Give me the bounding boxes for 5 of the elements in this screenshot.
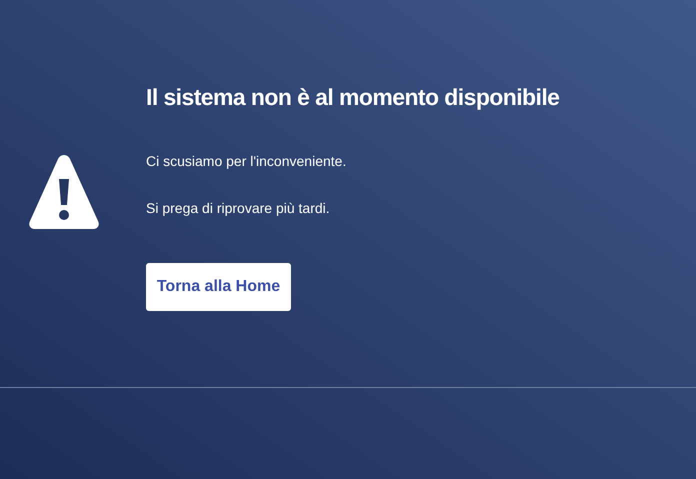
home-button[interactable]: Torna alla Home (146, 262, 291, 310)
warning-icon (28, 153, 100, 231)
message-text: Ci scusiamo per l'inconveniente. (146, 152, 348, 171)
page-title: Il sistema non è al momento disponibile (146, 83, 560, 112)
message-text: Si prega di riprovare più tardi. (146, 198, 331, 218)
